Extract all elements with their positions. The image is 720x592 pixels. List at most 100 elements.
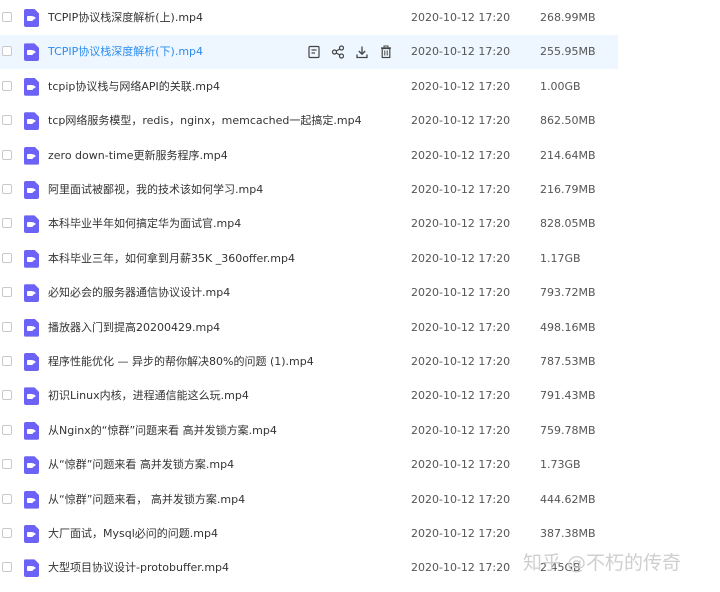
video-file-icon	[24, 112, 39, 131]
file-name[interactable]: 本科毕业三年，如何拿到月薪35K _360offer.mp4	[48, 251, 295, 267]
video-file-icon	[24, 353, 39, 371]
file-size: 214.64MB	[540, 148, 596, 162]
row-checkbox[interactable]	[2, 218, 12, 229]
file-date: 2020-10-12 17:20	[411, 251, 511, 265]
file-size: 1.00GB	[540, 79, 581, 93]
video-file-icon	[24, 43, 39, 62]
edit-icon[interactable]	[306, 44, 322, 60]
file-name[interactable]: tcpip协议栈与网络API的关联.mp4	[48, 79, 220, 95]
file-size: 793.72MB	[540, 286, 596, 300]
file-row[interactable]: 播放器入门到提高20200429.mp4 2020-10-12 17:20 498.…	[0, 311, 618, 345]
video-file-icon	[24, 525, 39, 543]
row-checkbox[interactable]	[2, 493, 12, 504]
file-row[interactable]: zero down-time更新服务程序.mp4 2020-10-12 17:20…	[0, 139, 618, 173]
video-file-icon	[24, 559, 39, 578]
download-icon[interactable]	[354, 44, 370, 60]
row-checkbox[interactable]	[2, 115, 12, 126]
file-size: 216.79MB	[540, 183, 596, 196]
file-size: 1.17GB	[540, 251, 581, 265]
file-date: 2020-10-12 17:20	[411, 561, 511, 575]
file-row[interactable]: 从“惊群”问题来看， 高并发锁方案.mp4 2020-10-12 17:20 444…	[0, 483, 618, 517]
file-size: 791.43MB	[540, 389, 596, 403]
video-file-icon	[24, 9, 39, 27]
row-checkbox[interactable]	[2, 80, 12, 91]
file-size: 268.99MB	[540, 11, 596, 24]
file-name[interactable]: 大型项目协议设计-protobuffer.mp4	[48, 560, 229, 576]
file-size: 255.95MB	[540, 45, 596, 59]
row-checkbox[interactable]	[2, 459, 12, 470]
video-file-icon	[24, 146, 39, 165]
file-name[interactable]: 本科毕业半年如何搞定华为面试官.mp4	[48, 216, 241, 232]
file-date: 2020-10-12 17:20	[411, 217, 511, 231]
file-date: 2020-10-12 17:20	[411, 492, 511, 506]
row-checkbox[interactable]	[2, 46, 12, 57]
video-file-icon	[24, 318, 39, 337]
file-name[interactable]: 从Nginx的“惊群”问题来看 高并发锁方案.mp4	[48, 423, 277, 439]
file-row[interactable]: 从Nginx的“惊群”问题来看 高并发锁方案.mp4 2020-10-12 17:…	[0, 414, 618, 448]
file-name[interactable]: 从“惊群”问题来看 高并发锁方案.mp4	[48, 457, 234, 473]
file-date: 2020-10-12 17:20	[411, 183, 511, 196]
file-row[interactable]: TCPIP协议栈深度解析(上).mp4 2020-10-12 17:20 268.9…	[0, 1, 618, 35]
video-file-icon	[24, 456, 39, 475]
file-date: 2020-10-12 17:20	[411, 286, 511, 300]
row-checkbox[interactable]	[2, 424, 12, 435]
file-name[interactable]: 程序性能优化 — 异步的帮你解决80%的问题 (1).mp4	[48, 354, 314, 370]
video-file-icon	[24, 181, 39, 199]
file-row[interactable]: tcpip协议栈与网络API的关联.mp4 2020-10-12 17:20 1.0…	[0, 70, 618, 104]
file-size: 1.73GB	[540, 458, 581, 472]
video-file-icon	[24, 490, 39, 509]
video-file-icon	[24, 249, 39, 268]
file-date: 2020-10-12 17:20	[411, 79, 511, 93]
file-size: 787.53MB	[540, 355, 596, 368]
row-checkbox[interactable]	[2, 184, 12, 194]
file-size: 759.78MB	[540, 423, 596, 437]
file-date: 2020-10-12 17:20	[411, 527, 511, 540]
row-checkbox[interactable]	[2, 356, 12, 366]
file-date: 2020-10-12 17:20	[411, 423, 511, 437]
file-name[interactable]: 初识Linux内核，进程通信能这么玩.mp4	[48, 388, 249, 404]
row-checkbox[interactable]	[2, 12, 12, 22]
file-date: 2020-10-12 17:20	[411, 148, 511, 162]
share-icon[interactable]	[330, 44, 346, 60]
file-row[interactable]: 本科毕业半年如何搞定华为面试官.mp4 2020-10-12 17:20 828.0…	[0, 207, 618, 241]
file-row[interactable]: TCPIP协议栈深度解析(下).mp4 2020-10-12 17:20 255.9…	[0, 35, 618, 70]
file-row[interactable]: 必知必会的服务器通信协议设计.mp4 2020-10-12 17:20 793.72…	[0, 276, 618, 310]
file-size: 862.50MB	[540, 114, 596, 128]
file-name[interactable]: 大厂面试，Mysql必问的问题.mp4	[48, 526, 218, 542]
video-file-icon	[24, 284, 39, 303]
row-checkbox[interactable]	[2, 287, 12, 298]
row-checkbox[interactable]	[2, 321, 12, 332]
video-file-icon	[24, 215, 39, 234]
video-file-icon	[24, 77, 39, 96]
file-row[interactable]: 从“惊群”问题来看 高并发锁方案.mp4 2020-10-12 17:20 1.73…	[0, 448, 618, 482]
file-row[interactable]: tcp网络服务模型，redis，nginx，memcached一起搞定.mp4 2…	[0, 104, 618, 138]
video-file-icon	[24, 387, 39, 406]
row-checkbox[interactable]	[2, 562, 12, 573]
file-date: 2020-10-12 17:20	[411, 355, 511, 368]
file-row[interactable]: 初识Linux内核，进程通信能这么玩.mp4 2020-10-12 17:20 79…	[0, 379, 618, 413]
file-size: 387.38MB	[540, 527, 596, 540]
file-name[interactable]: tcp网络服务模型，redis，nginx，memcached一起搞定.mp4	[48, 113, 362, 129]
file-name[interactable]: zero down-time更新服务程序.mp4	[48, 148, 228, 164]
file-name[interactable]: 从“惊群”问题来看， 高并发锁方案.mp4	[48, 492, 245, 508]
row-checkbox[interactable]	[2, 252, 12, 263]
file-date: 2020-10-12 17:20	[411, 320, 511, 334]
row-checkbox[interactable]	[2, 149, 12, 160]
watermark: 知乎 @不朽的传奇	[523, 552, 682, 574]
file-row[interactable]: 本科毕业三年，如何拿到月薪35K _360offer.mp4 2020-10-12…	[0, 242, 618, 276]
file-row[interactable]: 程序性能优化 — 异步的帮你解决80%的问题 (1).mp4 2020-10-12…	[0, 345, 618, 379]
file-name[interactable]: 播放器入门到提高20200429.mp4	[48, 320, 220, 336]
file-date: 2020-10-12 17:20	[411, 114, 511, 128]
file-name[interactable]: TCPIP协议栈深度解析(上).mp4	[48, 10, 203, 26]
row-checkbox[interactable]	[2, 390, 12, 401]
file-row[interactable]: 阿里面试被鄙视，我的技术该如何学习.mp4 2020-10-12 17:20 216…	[0, 173, 618, 207]
file-name[interactable]: 阿里面试被鄙视，我的技术该如何学习.mp4	[48, 182, 263, 198]
file-row[interactable]: 大厂面试，Mysql必问的问题.mp4 2020-10-12 17:20 387.3…	[0, 517, 618, 551]
file-name[interactable]: 必知必会的服务器通信协议设计.mp4	[48, 285, 230, 301]
video-file-icon	[24, 421, 39, 440]
file-date: 2020-10-12 17:20	[411, 11, 511, 24]
row-checkbox[interactable]	[2, 528, 12, 538]
file-name[interactable]: TCPIP协议栈深度解析(下).mp4	[48, 44, 203, 60]
delete-icon[interactable]	[378, 44, 394, 60]
file-size: 828.05MB	[540, 217, 596, 231]
